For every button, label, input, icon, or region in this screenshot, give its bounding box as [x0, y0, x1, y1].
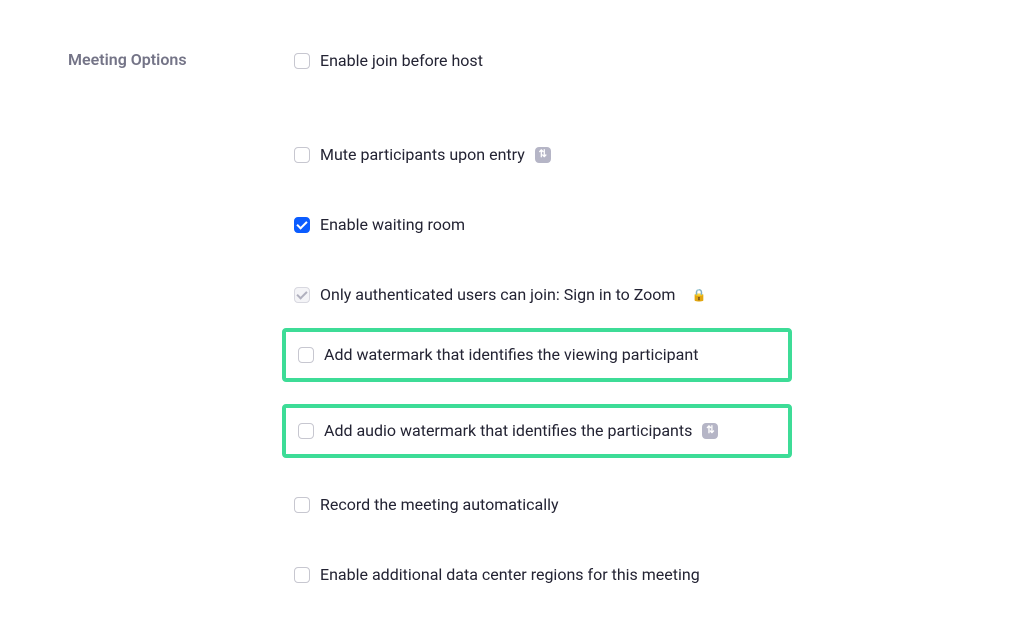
checkbox-video-watermark[interactable]: [298, 347, 314, 363]
option-authenticated-users: Only authenticated users can join: Sign …: [288, 282, 956, 308]
label-authenticated-users: Only authenticated users can join: Sign …: [320, 284, 675, 306]
label-video-watermark: Add watermark that identifies the viewin…: [324, 344, 698, 366]
lock-icon: 🔒: [691, 288, 706, 302]
info-badge-icon[interactable]: ⇅: [535, 147, 551, 163]
info-badge-icon[interactable]: ⇅: [702, 423, 718, 439]
option-video-watermark: Add watermark that identifies the viewin…: [292, 342, 782, 368]
checkbox-audio-watermark[interactable]: [298, 423, 314, 439]
section-title: Meeting Options: [68, 48, 288, 69]
option-waiting-room: Enable waiting room: [288, 212, 956, 238]
label-audio-watermark: Add audio watermark that identifies the …: [324, 420, 692, 442]
highlight-audio-watermark: Add audio watermark that identifies the …: [282, 404, 792, 458]
option-join-before-host: Enable join before host: [288, 48, 956, 74]
options-list: Enable join before host Mute participant…: [288, 48, 956, 588]
checkbox-record-auto[interactable]: [294, 497, 310, 513]
label-join-before-host: Enable join before host: [320, 50, 483, 72]
option-record-auto: Record the meeting automatically: [288, 492, 956, 518]
checkbox-waiting-room[interactable]: [294, 217, 310, 233]
label-data-center: Enable additional data center regions fo…: [320, 564, 700, 586]
meeting-options-section: Meeting Options Enable join before host …: [0, 0, 1024, 636]
highlight-video-watermark: Add watermark that identifies the viewin…: [282, 328, 792, 382]
label-mute-on-entry: Mute participants upon entry: [320, 144, 525, 166]
option-mute-on-entry: Mute participants upon entry ⇅: [288, 142, 956, 168]
option-audio-watermark: Add audio watermark that identifies the …: [292, 418, 782, 444]
option-data-center: Enable additional data center regions fo…: [288, 562, 956, 588]
label-waiting-room: Enable waiting room: [320, 214, 465, 236]
checkbox-mute-on-entry[interactable]: [294, 147, 310, 163]
checkbox-data-center[interactable]: [294, 567, 310, 583]
checkbox-join-before-host[interactable]: [294, 53, 310, 69]
label-record-auto: Record the meeting automatically: [320, 494, 559, 516]
checkbox-authenticated-users: [294, 287, 310, 303]
